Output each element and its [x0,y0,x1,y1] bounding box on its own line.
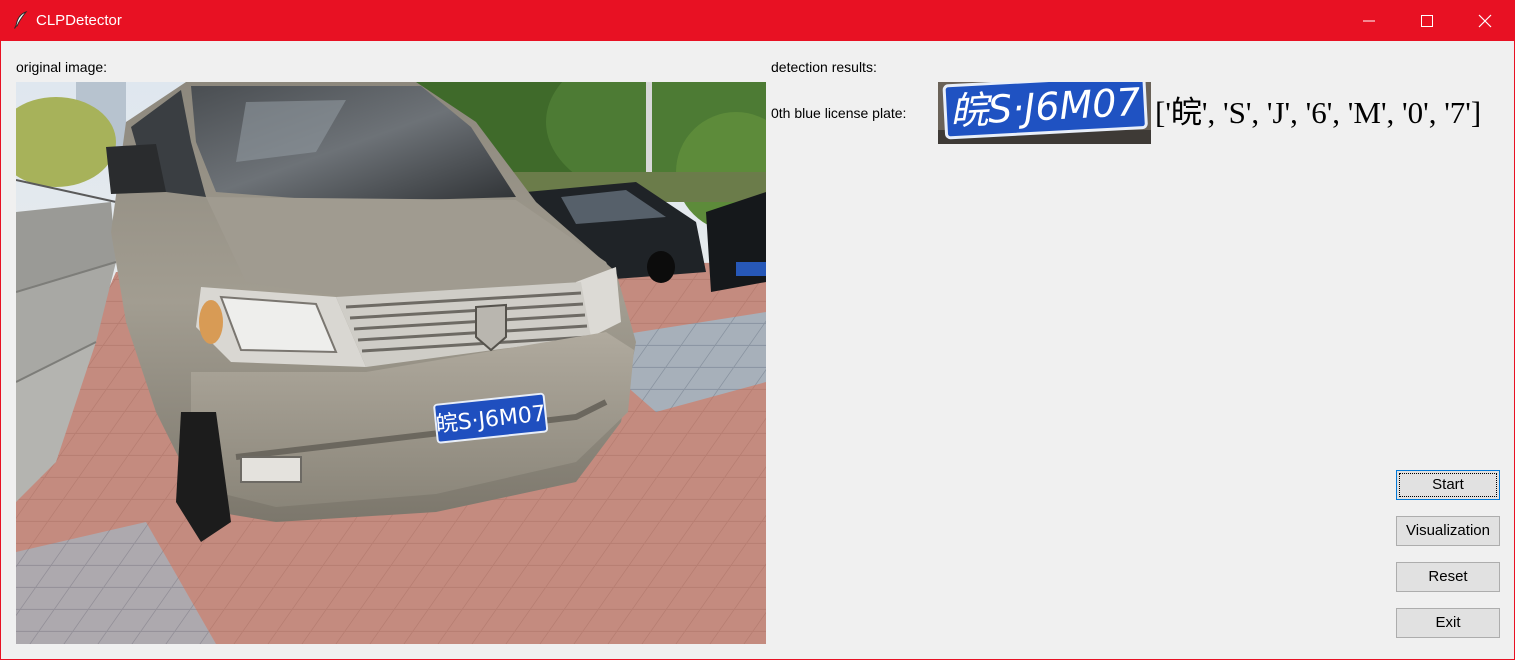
close-icon [1478,14,1492,28]
original-image: 皖S·J6M07 [16,82,766,644]
minimize-icon [1363,20,1375,22]
minimize-button[interactable] [1340,1,1398,41]
plate-0-recognition-result: ['皖', 'S', 'J', '6', 'M', '0', '7'] [1155,95,1482,130]
reset-button[interactable]: Reset [1396,562,1500,592]
maximize-icon [1421,15,1433,27]
close-button[interactable] [1456,1,1514,41]
plate-0-crop-image: 皖S·J6M07 [938,82,1151,144]
original-image-label: original image: [16,59,108,75]
window-title: CLPDetector [36,12,122,29]
content-area: original image: 皖S·J6M07 detection resul… [1,41,1514,659]
feather-icon [13,10,29,29]
title-bar[interactable]: CLPDetector [1,1,1514,41]
exit-button[interactable]: Exit [1396,608,1500,638]
app-window: CLPDetector original image: 皖S·J6M07 det… [0,0,1515,660]
visualization-button[interactable]: Visualization [1396,516,1500,546]
plate-0-label: 0th blue license plate: [771,105,907,121]
start-button[interactable]: Start [1396,470,1500,500]
detection-results-label: detection results: [771,59,877,75]
maximize-button[interactable] [1398,1,1456,41]
